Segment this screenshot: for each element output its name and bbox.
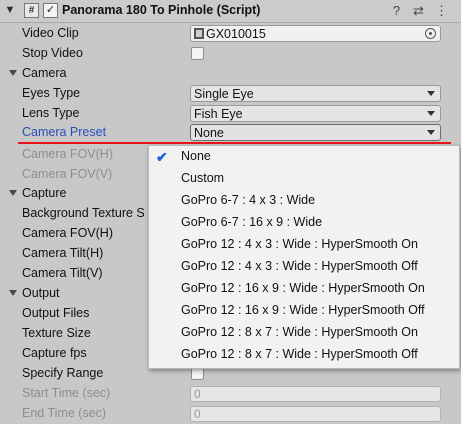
foldout-arrow-icon[interactable] — [9, 70, 17, 76]
stop-video-checkbox[interactable] — [191, 47, 204, 60]
foldout-arrow-icon[interactable] — [9, 290, 17, 296]
dropdown-arrow-icon — [427, 130, 435, 135]
stop-video-row: Stop Video — [0, 44, 461, 64]
menu-item-gopro12-16x9-hs-on[interactable]: GoPro 12 : 16 x 9 : Wide : HyperSmooth O… — [149, 278, 459, 300]
menu-item-label: GoPro 12 : 16 x 9 : Wide : HyperSmooth O… — [181, 303, 425, 317]
menu-item-none[interactable]: ✔ None — [149, 146, 459, 168]
annotation-underline — [18, 142, 451, 144]
eyes-type-label: Eyes Type — [22, 86, 81, 100]
eyes-type-dropdown[interactable]: Single Eye — [190, 85, 441, 102]
menu-item-gopro67-16x9-wide[interactable]: GoPro 6-7 : 16 x 9 : Wide — [149, 212, 459, 234]
output-section-label: Output — [22, 286, 60, 300]
texture-size-label: Texture Size — [22, 326, 91, 340]
dropdown-arrow-icon — [427, 111, 435, 116]
lens-type-label: Lens Type — [22, 106, 80, 120]
menu-item-label: GoPro 6-7 : 4 x 3 : Wide — [181, 193, 316, 207]
video-clip-field[interactable]: GX010015 — [190, 25, 441, 42]
menu-item-label: GoPro 12 : 8 x 7 : Wide : HyperSmooth Of… — [181, 347, 418, 361]
eyes-type-row: Eyes Type Single Eye — [0, 84, 461, 104]
menu-item-gopro12-8x7-hs-off[interactable]: GoPro 12 : 8 x 7 : Wide : HyperSmooth Of… — [149, 344, 459, 366]
menu-item-label: GoPro 12 : 4 x 3 : Wide : HyperSmooth Of… — [181, 259, 418, 273]
component-title: Panorama 180 To Pinhole (Script) — [62, 3, 261, 17]
eyes-type-value: Single Eye — [194, 87, 254, 101]
menu-item-label: GoPro 6-7 : 16 x 9 : Wide — [181, 215, 323, 229]
menu-item-label: None — [181, 149, 211, 163]
end-time-label: End Time (sec) — [22, 406, 107, 420]
menu-item-gopro12-16x9-hs-off[interactable]: GoPro 12 : 16 x 9 : Wide : HyperSmooth O… — [149, 300, 459, 322]
end-time-row: End Time (sec) 0 — [0, 404, 461, 424]
stop-video-label: Stop Video — [22, 46, 83, 60]
capture-tilt-h-label: Camera Tilt(H) — [22, 246, 104, 260]
camera-section-label: Camera — [22, 66, 67, 80]
camera-preset-menu: ✔ None Custom GoPro 6-7 : 4 x 3 : Wide G… — [148, 145, 460, 369]
checkmark-icon: ✔ — [156, 149, 168, 165]
capture-section-label: Capture — [22, 186, 67, 200]
component-header: ▼ # ✓ Panorama 180 To Pinhole (Script) ?… — [0, 0, 461, 23]
menu-item-label: Custom — [181, 171, 225, 185]
kebab-menu-icon[interactable]: ⋮ — [433, 2, 450, 19]
camera-preset-row: Camera Preset None — [0, 123, 461, 143]
help-icon[interactable]: ? — [388, 2, 405, 19]
capture-fov-h-label: Camera FOV(H) — [22, 226, 113, 240]
camera-fov-h-label: Camera FOV(H) — [22, 147, 113, 161]
start-time-row: Start Time (sec) 0 — [0, 384, 461, 404]
menu-item-label: GoPro 12 : 16 x 9 : Wide : HyperSmooth O… — [181, 281, 425, 295]
preset-settings-icon[interactable]: ⇄ — [410, 2, 427, 19]
background-texture-label: Background Texture S — [22, 206, 145, 220]
script-icon: # — [24, 3, 39, 18]
menu-item-gopro12-8x7-hs-on[interactable]: GoPro 12 : 8 x 7 : Wide : HyperSmooth On — [149, 322, 459, 344]
specify-range-label: Specify Range — [22, 366, 104, 380]
menu-item-gopro12-4x3-hs-on[interactable]: GoPro 12 : 4 x 3 : Wide : HyperSmooth On — [149, 234, 459, 256]
start-time-field[interactable]: 0 — [190, 386, 441, 402]
camera-preset-label: Camera Preset — [22, 125, 107, 139]
foldout-arrow-icon[interactable] — [9, 190, 17, 196]
camera-preset-dropdown[interactable]: None — [190, 124, 441, 141]
output-files-label: Output Files — [22, 306, 90, 320]
video-clip-file-icon — [194, 28, 204, 39]
video-clip-value: GX010015 — [206, 27, 266, 41]
capture-tilt-v-label: Camera Tilt(V) — [22, 266, 103, 280]
menu-item-gopro12-4x3-hs-off[interactable]: GoPro 12 : 4 x 3 : Wide : HyperSmooth Of… — [149, 256, 459, 278]
menu-item-custom[interactable]: Custom — [149, 168, 459, 190]
video-clip-row: Video Clip GX010015 — [0, 24, 461, 44]
dropdown-arrow-icon — [427, 91, 435, 96]
menu-item-label: GoPro 12 : 8 x 7 : Wide : HyperSmooth On — [181, 325, 418, 339]
video-clip-label: Video Clip — [22, 26, 79, 40]
chevron-down-icon[interactable]: ▼ — [2, 2, 18, 18]
camera-foldout[interactable]: Camera — [0, 64, 461, 84]
menu-item-label: GoPro 12 : 4 x 3 : Wide : HyperSmooth On — [181, 237, 418, 251]
start-time-label: Start Time (sec) — [22, 386, 111, 400]
object-picker-icon[interactable] — [425, 28, 436, 39]
menu-item-gopro67-4x3-wide[interactable]: GoPro 6-7 : 4 x 3 : Wide — [149, 190, 459, 212]
lens-type-row: Lens Type Fish Eye — [0, 104, 461, 124]
lens-type-value: Fish Eye — [194, 107, 243, 121]
component-enabled-checkbox[interactable]: ✓ — [43, 3, 58, 18]
capture-fps-label: Capture fps — [22, 346, 87, 360]
camera-fov-v-label: Camera FOV(V) — [22, 167, 113, 181]
end-time-field[interactable]: 0 — [190, 406, 441, 422]
camera-preset-value: None — [194, 126, 224, 140]
lens-type-dropdown[interactable]: Fish Eye — [190, 105, 441, 122]
